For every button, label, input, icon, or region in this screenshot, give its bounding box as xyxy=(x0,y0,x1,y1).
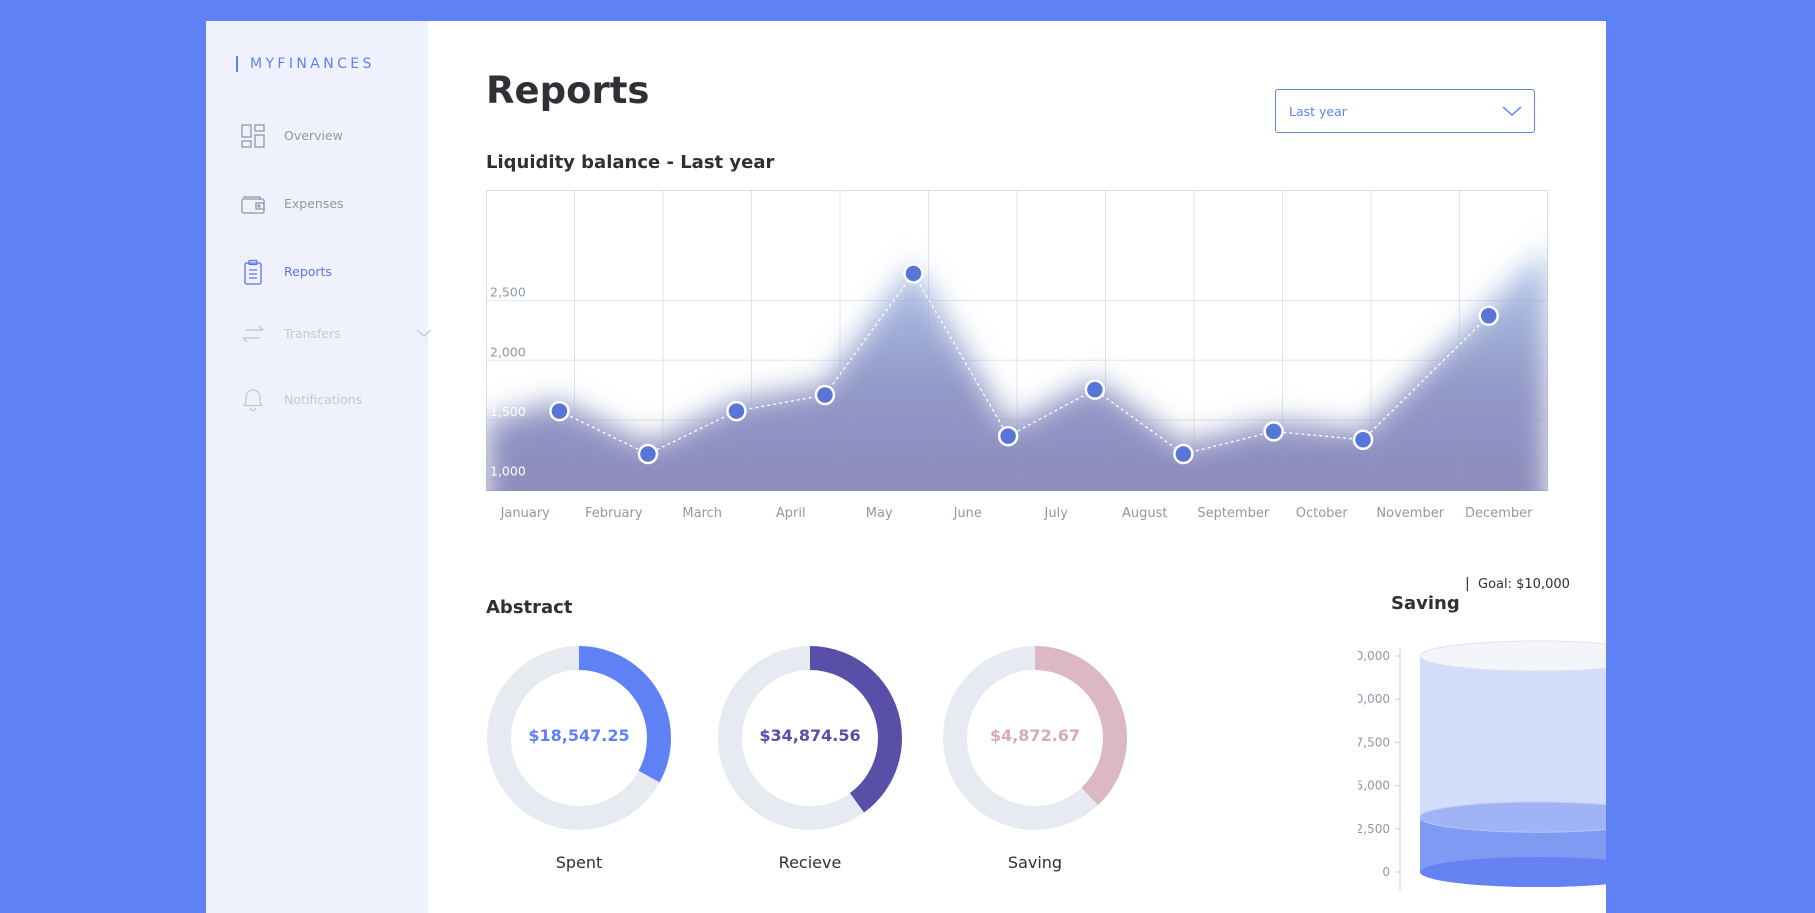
sidebar-item-reports[interactable]: Reports xyxy=(240,257,410,289)
y-tick-label: 1,000 xyxy=(490,463,526,478)
x-tick-label: November xyxy=(1376,506,1444,521)
tank-tick-label: $10,000 xyxy=(1358,649,1390,663)
sidebar-item-transfers[interactable]: Transfers xyxy=(240,319,432,351)
saving-tank-svg: $10,000 $10,000 $7,500 $5,000 $2,500 0 xyxy=(1340,640,1606,890)
donut-label: Saving xyxy=(1007,853,1063,872)
title-separator: | xyxy=(1465,576,1470,592)
x-tick-label: August xyxy=(1122,506,1168,521)
x-tick-label: April xyxy=(776,506,806,521)
x-tick-label: March xyxy=(682,506,722,521)
donut-value: $34,874.56 xyxy=(759,726,861,745)
brand-logo[interactable]: MYFINANCES xyxy=(236,56,375,72)
donut-value: $18,547.25 xyxy=(528,726,630,745)
sidebar-item-label: Reports xyxy=(284,264,332,279)
period-select[interactable]: Last year xyxy=(1275,89,1535,133)
x-tick-label: January xyxy=(500,506,551,521)
chevron-down-icon xyxy=(1502,106,1522,117)
app-window: MYFINANCES Overview Expenses Reports Tra… xyxy=(206,21,1606,913)
page-title: Reports xyxy=(486,69,650,112)
sidebar-item-label: Overview xyxy=(284,128,343,143)
data-point[interactable] xyxy=(1173,443,1194,465)
donut-label: Recieve xyxy=(778,853,842,872)
data-point[interactable] xyxy=(1478,305,1499,327)
donut-label: Spent xyxy=(555,853,603,872)
clipboard-icon xyxy=(244,259,262,285)
bell-icon xyxy=(242,389,264,412)
wallet-icon xyxy=(241,196,265,214)
y-tick-label: 2,500 xyxy=(490,285,526,300)
x-tick-label: December xyxy=(1465,506,1533,521)
x-tick-label: September xyxy=(1197,506,1270,521)
y-tick-label: 1,500 xyxy=(490,404,526,419)
sidebar-item-label: Expenses xyxy=(284,196,344,211)
data-point[interactable] xyxy=(903,263,924,284)
data-point[interactable] xyxy=(549,400,570,422)
x-tick-label: February xyxy=(585,506,643,521)
tank-tick-label: $7,500 xyxy=(1358,735,1390,749)
data-point[interactable] xyxy=(997,425,1019,447)
x-tick-label: October xyxy=(1296,506,1349,521)
dashboard-icon xyxy=(241,124,265,148)
donut-saving[interactable]: $4,872.67 xyxy=(942,645,1128,831)
sidebar: MYFINANCES Overview Expenses Reports Tra… xyxy=(206,21,432,913)
sidebar-item-notifications[interactable]: Notifications xyxy=(240,385,410,417)
x-tick-label: July xyxy=(1044,506,1069,521)
x-tick-label: June xyxy=(953,506,982,521)
data-point[interactable] xyxy=(726,400,747,422)
transfer-arrows-icon xyxy=(242,325,264,343)
period-select-value: Last year xyxy=(1289,104,1347,119)
tank-tick-label: 0 xyxy=(1382,865,1390,879)
y-tick-label: 2,000 xyxy=(490,344,526,359)
saving-title: Saving xyxy=(1391,593,1460,614)
sidebar-item-overview[interactable]: Overview xyxy=(240,121,410,153)
data-point[interactable] xyxy=(1352,429,1374,450)
tank-tick-label: $2,500 xyxy=(1358,822,1390,836)
donut-spent[interactable]: $18,547.25 xyxy=(486,645,672,831)
donut-value: $4,872.67 xyxy=(989,726,1081,745)
donut-recieve[interactable]: $34,874.56 xyxy=(717,645,903,831)
tank-tick-label: $5,000 xyxy=(1358,779,1390,793)
liquidity-chart-svg: 500 1,000 1,500 2,000 2,500 January February M… xyxy=(486,190,1548,538)
saving-tank: $10,000 $10,000 $7,500 $5,000 $2,500 0 xyxy=(1340,628,1606,900)
saving-goal: Goal: $10,000 xyxy=(1478,577,1570,592)
y-tick-label: 500 xyxy=(490,523,514,538)
data-point[interactable] xyxy=(814,384,836,406)
sidebar-item-label: Transfers xyxy=(284,326,341,341)
data-point[interactable] xyxy=(1084,379,1106,400)
abstract-title: Abstract xyxy=(486,597,573,618)
liquidity-chart-title: Liquidity balance - Last year xyxy=(486,152,775,173)
data-point[interactable] xyxy=(637,443,659,465)
liquidity-chart: 500 1,000 1,500 2,000 2,500 January February M… xyxy=(486,190,1548,550)
data-point[interactable] xyxy=(1263,421,1284,442)
sidebar-item-expenses[interactable]: Expenses xyxy=(240,189,410,221)
sidebar-item-label: Notifications xyxy=(284,392,363,407)
tank-tick-label: $10,000 xyxy=(1358,692,1390,706)
x-tick-label: May xyxy=(866,506,893,521)
